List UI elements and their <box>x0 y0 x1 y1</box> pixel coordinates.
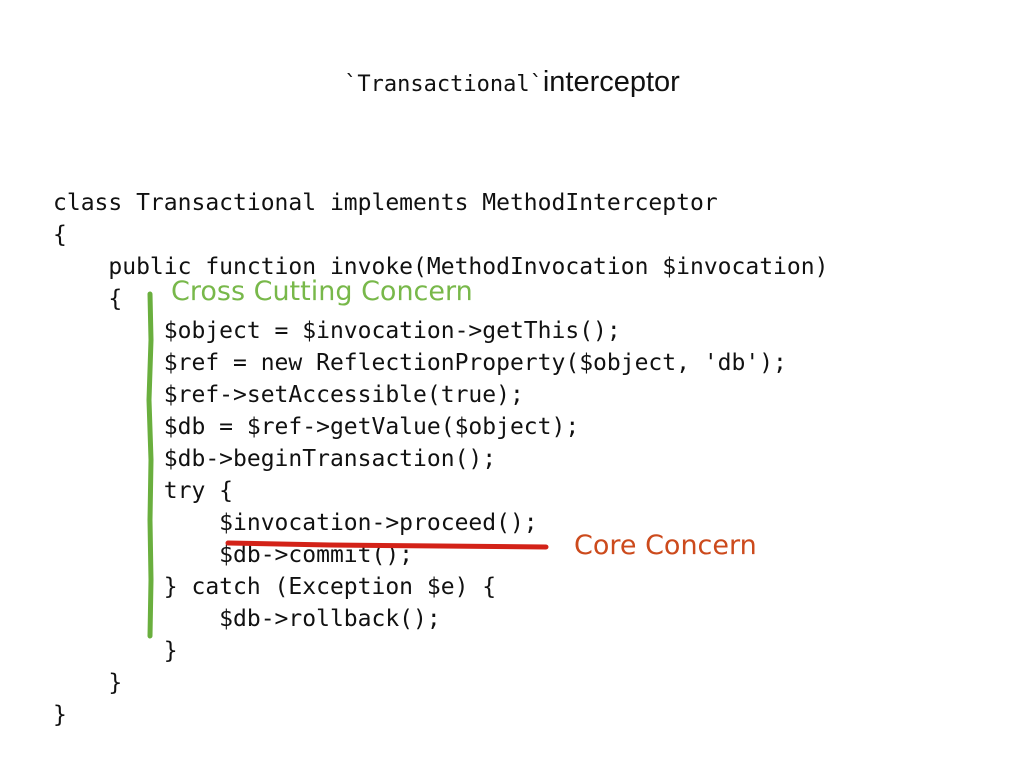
slide-title-text: interceptor <box>542 66 680 98</box>
code-block: class Transactional implements MethodInt… <box>53 187 828 731</box>
code-line: $db->beginTransaction(); <box>53 446 497 472</box>
code-line: $ref->setAccessible(true); <box>53 382 524 408</box>
slide-title: `Transactional`interceptor <box>0 66 1024 99</box>
slide-title-code: `Transactional` <box>344 72 543 97</box>
cross-cutting-concern-label: Cross Cutting Concern <box>171 276 473 307</box>
code-line: } <box>53 638 178 664</box>
code-line: } <box>53 670 123 696</box>
code-line: $ref = new ReflectionProperty($object, '… <box>53 350 787 376</box>
code-line: $db->rollback(); <box>53 606 441 632</box>
code-line: { <box>53 222 67 248</box>
code-line: class Transactional implements MethodInt… <box>53 190 718 216</box>
code-line: $object = $invocation->getThis(); <box>53 318 621 344</box>
code-line: $db = $ref->getValue($object); <box>53 414 580 440</box>
code-line: try { <box>53 478 234 504</box>
code-line: } catch (Exception $e) { <box>53 574 497 600</box>
code-line: } <box>53 702 67 728</box>
core-concern-label: Core Concern <box>574 530 757 561</box>
